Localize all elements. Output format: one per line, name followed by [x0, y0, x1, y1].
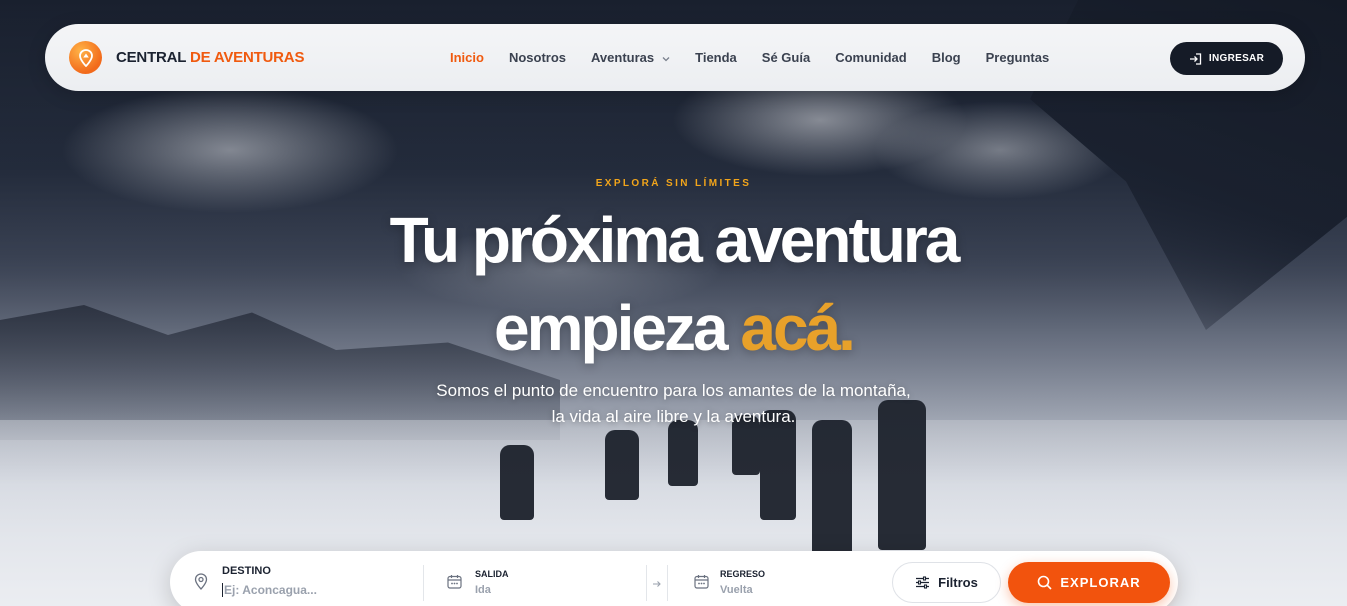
hero-subtitle: Somos el punto de encuentro para los ama… [0, 378, 1347, 430]
explore-button[interactable]: EXPLORAR [1008, 562, 1170, 603]
divider [423, 565, 424, 601]
divider [667, 565, 668, 601]
location-pin-icon [194, 573, 208, 595]
divider [646, 565, 647, 601]
headline-line1: Tu próxima aventura [389, 204, 961, 276]
destination-field[interactable]: DESTINO Ej: Aconcagua... [194, 551, 414, 606]
chevron-down-icon [662, 50, 670, 65]
nav-item-blog[interactable]: Blog [932, 50, 961, 65]
return-label: REGRESO [720, 569, 766, 579]
calendar-icon [694, 574, 709, 594]
departure-value: Ida [475, 584, 491, 596]
hero-headline: Tu próxima aventura empieza acá. [0, 196, 1347, 372]
filters-label: Filtros [938, 575, 978, 590]
headline-line2: empieza [494, 292, 729, 364]
nav-item-inicio[interactable]: Inicio [450, 50, 484, 65]
return-field[interactable]: REGRESO Vuelta [694, 551, 874, 606]
login-label: INGRESAR [1208, 53, 1265, 64]
explore-label: EXPLORAR [1060, 575, 1141, 590]
subtitle-line2: la vida al aire libre y la aventura. [551, 407, 796, 426]
hero-eyebrow: EXPLORÁ SIN LÍMITES [595, 178, 752, 189]
site-header: CENTRAL DE AVENTURAS Inicio Nosotros Ave… [45, 24, 1305, 91]
subtitle-line1: Somos el punto de encuentro para los ama… [436, 381, 911, 400]
login-button[interactable]: INGRESAR [1170, 42, 1283, 75]
filters-button[interactable]: Filtros [892, 562, 1001, 603]
nav-item-aventuras-label: Aventuras [591, 50, 655, 65]
departure-label: SALIDA [475, 569, 509, 579]
nav-item-preguntas[interactable]: Preguntas [986, 50, 1050, 65]
headline-accent: acá. [740, 292, 856, 364]
brand-name: CENTRAL DE AVENTURAS [116, 49, 304, 66]
login-icon [1189, 52, 1202, 65]
nav-item-tienda[interactable]: Tienda [695, 50, 737, 65]
nav-item-comunidad[interactable]: Comunidad [835, 50, 907, 65]
nav-item-aventuras[interactable]: Aventuras [591, 50, 670, 65]
return-value: Vuelta [720, 584, 753, 596]
departure-field[interactable]: SALIDA Ida [447, 551, 637, 606]
calendar-icon [447, 574, 462, 594]
search-icon [1038, 575, 1052, 590]
brand-logo[interactable]: CENTRAL DE AVENTURAS [69, 41, 304, 74]
arrow-right-icon [652, 576, 662, 594]
brand-name-part2: DE AVENTURAS [189, 49, 305, 66]
search-bar: DESTINO Ej: Aconcagua... SALIDA Ida REGR [170, 551, 1178, 606]
sliders-icon [916, 576, 930, 589]
nav-item-se-guia[interactable]: Sé Guía [762, 50, 810, 65]
destination-label: DESTINO [222, 565, 271, 577]
destination-input[interactable]: Ej: Aconcagua... [222, 583, 317, 597]
nav-item-nosotros[interactable]: Nosotros [509, 50, 566, 65]
main-nav: Inicio Nosotros Aventuras Tienda Sé Guía… [450, 24, 1074, 91]
map-pin-logo-icon [69, 41, 102, 74]
brand-name-part1: CENTRAL [116, 49, 186, 66]
